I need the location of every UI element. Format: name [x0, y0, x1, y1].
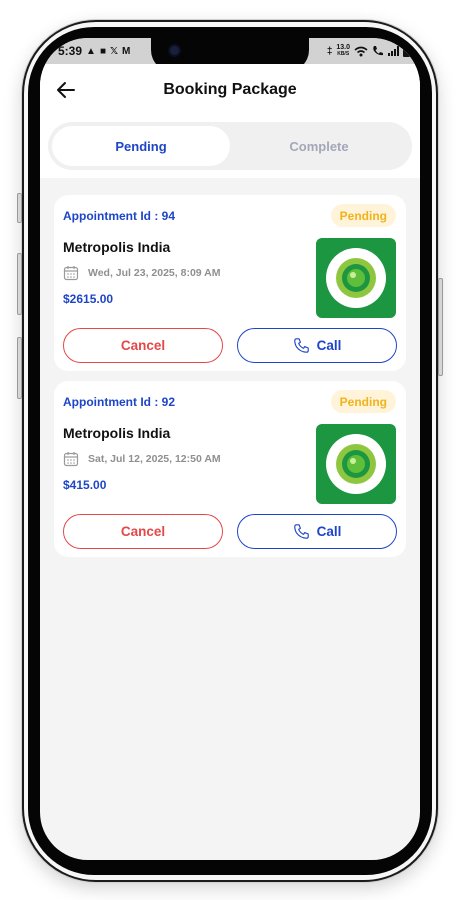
status-badge: Pending [330, 204, 396, 227]
provider-name: Metropolis India [63, 425, 171, 441]
volume-up-button [17, 253, 22, 315]
network-speed-value: 13.0 [336, 44, 350, 51]
alarm-icon: ▲ [86, 45, 96, 57]
cancel-button-label: Cancel [120, 524, 166, 539]
tab-pending[interactable]: Pending [52, 126, 230, 166]
cancel-button[interactable]: Cancel [63, 328, 223, 363]
metropolis-logo-icon [316, 238, 396, 318]
appointment-datetime-row: Wed, Jul 23, 2025, 8:09 AM [63, 265, 220, 281]
wifi-icon [354, 46, 368, 56]
metropolis-logo-icon [316, 424, 396, 504]
booking-card: Appointment Id : 94 Pending Metropolis I… [54, 195, 406, 371]
appointment-id: Appointment Id : 92 [63, 395, 175, 409]
booking-card: Appointment Id : 92 Pending Metropolis I… [54, 381, 406, 557]
call-button-label: Call [316, 338, 342, 353]
cancel-button-label: Cancel [120, 338, 166, 353]
battery-icon [403, 45, 410, 57]
wifi-calling-icon [373, 46, 383, 56]
calendar-icon [63, 266, 79, 281]
app-screen: 5:39 ▲ ■ 𝕏 M ‡ 13.0 KB/S Booking Package… [40, 38, 420, 860]
call-button[interactable]: Call [237, 328, 397, 363]
bluetooth-icon: ‡ [326, 45, 333, 57]
appointment-datetime: Sat, Jul 12, 2025, 12:50 AM [88, 453, 221, 465]
signal-icon [388, 46, 399, 56]
tab-complete[interactable]: Complete [230, 126, 408, 166]
call-button[interactable]: Call [237, 514, 397, 549]
phone-icon [293, 524, 309, 539]
app-header: Booking Package [40, 64, 420, 120]
network-speed: 13.0 KB/S [336, 44, 350, 58]
mail-icon: M [122, 45, 131, 57]
appointment-datetime: Wed, Jul 23, 2025, 8:09 AM [88, 267, 221, 279]
segmented-tabs: Pending Complete [48, 122, 412, 170]
appointment-datetime-row: Sat, Jul 12, 2025, 12:50 AM [63, 451, 221, 467]
status-time: 5:39 [58, 44, 83, 58]
provider-name: Metropolis India [63, 239, 171, 255]
booking-price: $2615.00 [63, 292, 114, 306]
tab-bar-container: Pending Complete [40, 120, 420, 178]
cancel-button[interactable]: Cancel [63, 514, 223, 549]
volume-down-button [17, 337, 22, 399]
x-icon: 𝕏 [109, 45, 119, 57]
appointment-id: Appointment Id : 94 [63, 209, 175, 223]
call-button-label: Call [316, 524, 342, 539]
status-badge: Pending [330, 390, 396, 413]
booking-price: $415.00 [63, 478, 107, 492]
power-button [438, 278, 443, 376]
teams-icon: ■ [99, 45, 106, 57]
mute-switch [17, 193, 22, 223]
network-speed-unit: KB/S [337, 51, 350, 57]
front-camera [168, 44, 181, 57]
calendar-icon [63, 452, 79, 467]
page-title: Booking Package [163, 81, 297, 98]
phone-icon [293, 338, 309, 353]
